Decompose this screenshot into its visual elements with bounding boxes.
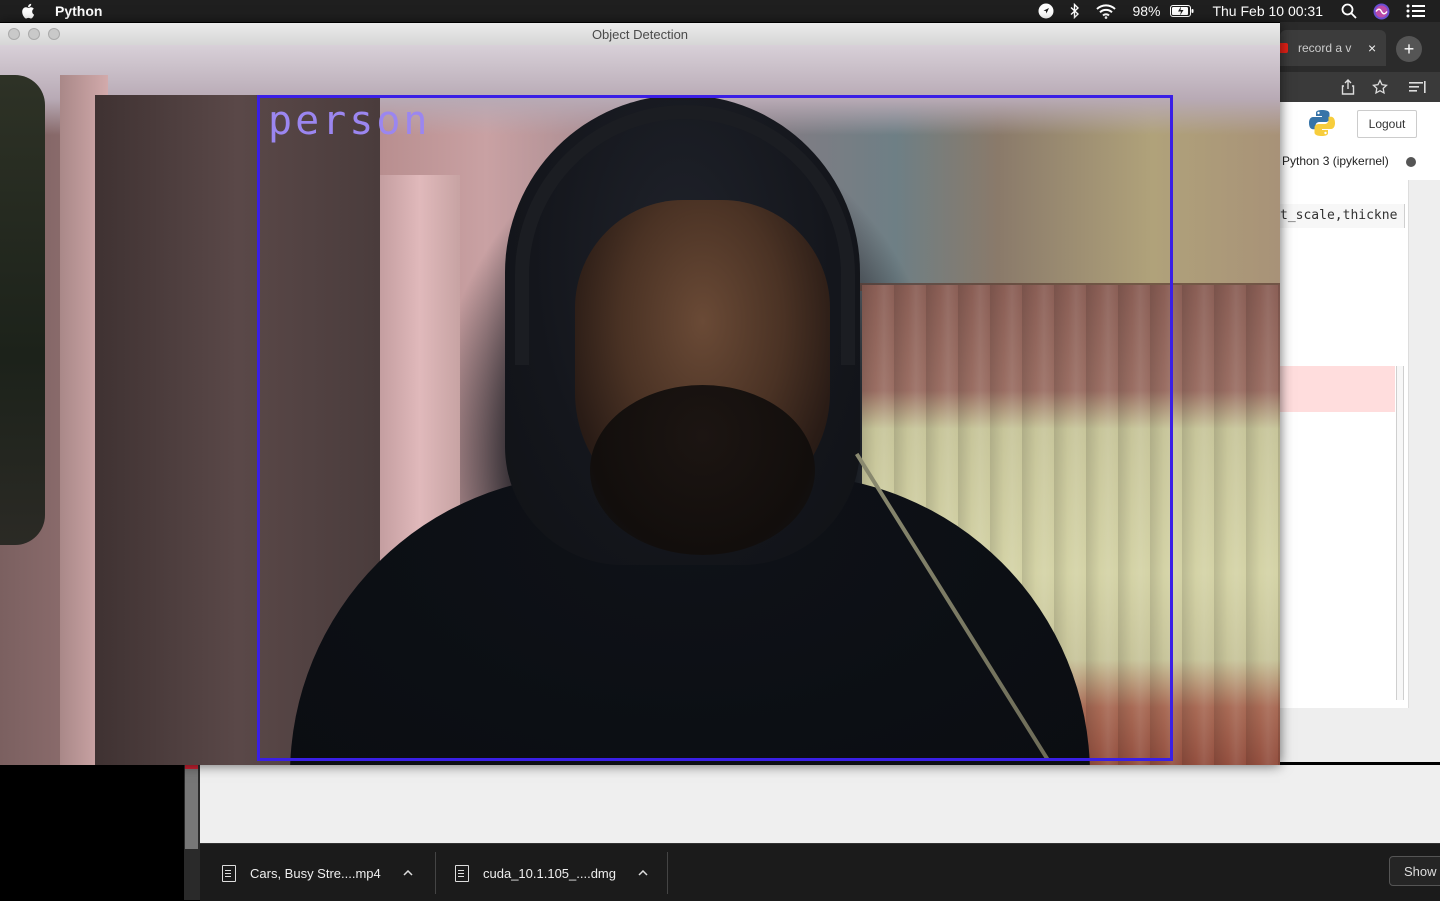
menu-bar: Python 98% Thu Feb 10 00:31 — [0, 0, 1440, 22]
app-name[interactable]: Python — [55, 3, 102, 19]
chevron-up-icon[interactable] — [638, 868, 648, 879]
browser-tab-bar: record a v × + — [1278, 22, 1440, 72]
detection-label: person — [268, 98, 431, 144]
search-icon[interactable] — [1333, 0, 1365, 22]
download-item[interactable]: cuda_10.1.105_....dmg — [455, 852, 648, 894]
browser-tab[interactable]: record a v × — [1278, 30, 1386, 66]
left-object — [0, 75, 45, 545]
download-separator — [435, 852, 436, 894]
window-title: Object Detection — [591, 27, 689, 42]
new-tab-button[interactable]: + — [1396, 36, 1422, 62]
window-title-bar[interactable]: Object Detection — [0, 23, 1280, 46]
download-item[interactable]: Cars, Busy Stre....mp4 — [222, 852, 413, 894]
siri-icon[interactable] — [1365, 0, 1398, 22]
output-scrollbar[interactable] — [1396, 366, 1404, 700]
download-filename: Cars, Busy Stre....mp4 — [250, 865, 381, 881]
close-tab-icon[interactable]: × — [1368, 40, 1376, 56]
battery-percentage: 98% — [1132, 3, 1161, 19]
download-filename: cuda_10.1.105_....dmg — [483, 865, 616, 881]
control-center-icon[interactable] — [1398, 0, 1440, 22]
code-line: t_scale,thickne — [1280, 208, 1398, 223]
kernel-name[interactable]: Python 3 (ipykernel) — [1282, 154, 1389, 168]
download-separator — [667, 852, 668, 894]
battery-icon[interactable] — [1162, 0, 1202, 22]
notebook-area[interactable]: t_scale,thickne — [1280, 180, 1440, 762]
clock[interactable]: Thu Feb 10 00:31 — [1202, 0, 1333, 22]
scrollbar-thumb[interactable] — [185, 769, 198, 849]
bookmark-star-icon[interactable] — [1370, 77, 1390, 97]
file-icon — [455, 864, 469, 882]
apple-icon[interactable] — [20, 3, 36, 19]
file-icon — [222, 864, 236, 882]
browser-content-below — [200, 765, 1440, 843]
bluetooth-icon[interactable] — [1062, 0, 1088, 22]
error-output-cell — [1280, 366, 1395, 412]
reading-list-icon[interactable] — [1408, 77, 1428, 97]
show-all-downloads-button[interactable]: Show — [1389, 856, 1440, 886]
background-black-area — [0, 765, 184, 900]
tab-title: record a v — [1298, 41, 1352, 55]
location-icon[interactable] — [1030, 0, 1062, 22]
background-browser-window[interactable]: record a v × + Logout Python 3 (ipykerne… — [1278, 22, 1440, 762]
kernel-status-indicator — [1406, 157, 1416, 167]
python-logo-icon — [1307, 108, 1337, 138]
detection-bounding-box — [257, 95, 1173, 761]
wifi-icon[interactable] — [1088, 0, 1124, 22]
chevron-up-icon[interactable] — [403, 868, 413, 879]
kernel-bar: Python 3 (ipykernel) — [1280, 144, 1440, 181]
notebook-page: t_scale,thickne — [1280, 180, 1409, 708]
logout-button[interactable]: Logout — [1357, 110, 1417, 138]
browser-toolbar — [1280, 72, 1440, 102]
downloads-bar: Cars, Busy Stre....mp4 cuda_10.1.105_...… — [200, 843, 1440, 901]
side-scrollbar[interactable] — [184, 765, 200, 900]
jupyter-header: Logout — [1280, 102, 1440, 145]
share-icon[interactable] — [1338, 77, 1358, 97]
object-detection-window[interactable]: Object Detection person — [0, 23, 1280, 765]
